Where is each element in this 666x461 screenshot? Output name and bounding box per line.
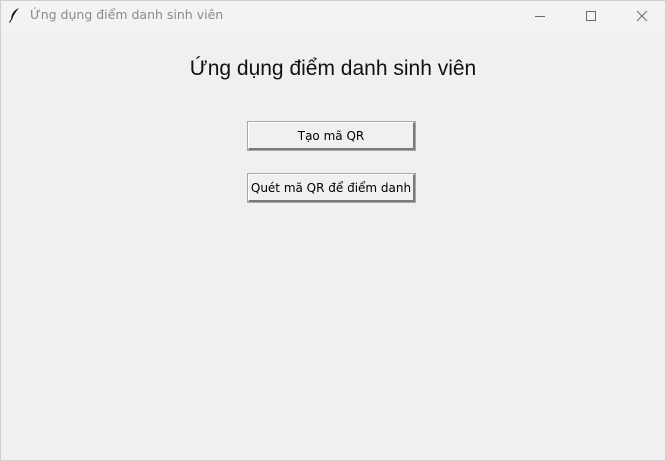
maximize-button[interactable] — [568, 1, 614, 31]
main-content: Ứng dụng điểm danh sinh viên Tạo mã QR Q… — [1, 31, 665, 460]
feather-icon — [8, 7, 22, 23]
create-qr-button[interactable]: Tạo mã QR — [247, 121, 416, 151]
minimize-icon — [534, 7, 546, 26]
scan-qr-button[interactable]: Quét mã QR để điểm danh — [247, 173, 416, 203]
maximize-icon — [585, 7, 597, 26]
window-title: Ứng dụng điểm danh sinh viên — [30, 7, 224, 22]
close-button[interactable] — [619, 1, 665, 31]
minimize-button[interactable] — [517, 1, 563, 31]
close-icon — [636, 7, 648, 26]
title-bar[interactable]: Ứng dụng điểm danh sinh viên — [1, 1, 665, 31]
page-title: Ứng dụng điểm danh sinh viên — [189, 57, 477, 80]
app-window: Ứng dụng điểm danh sinh viên Ứng dụng đi… — [0, 0, 666, 461]
